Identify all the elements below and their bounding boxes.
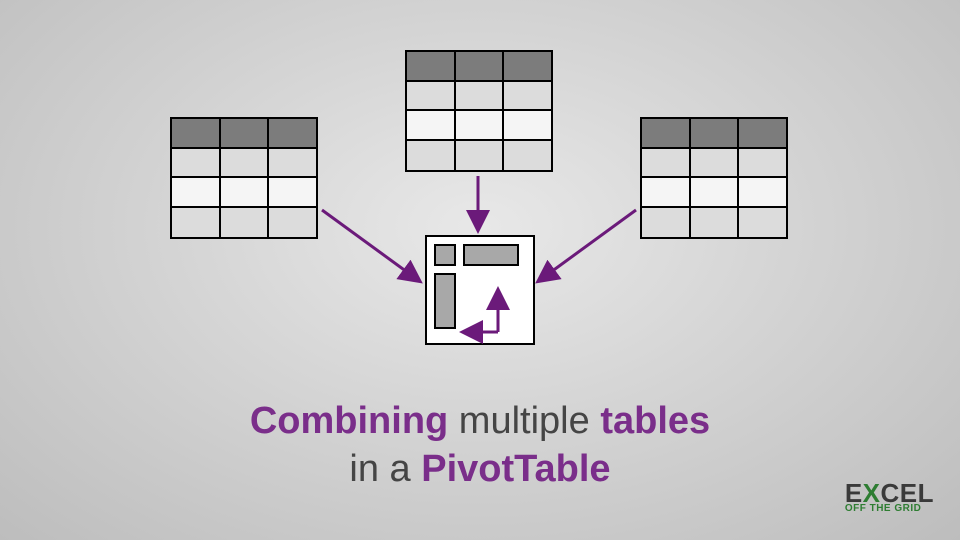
source-table-right [640,117,788,239]
arrow-left-to-pivot [322,210,418,280]
title-word-multiple: multiple [448,400,600,442]
pivot-columns-block [463,244,519,266]
slide-title: Combining multiple tables in a PivotTabl… [0,398,960,493]
title-word-pivottable: PivotTable [421,448,610,490]
pivot-rows-block [434,273,456,329]
arrow-right-to-pivot [540,210,636,280]
brand-name: EXCEL [845,482,934,505]
title-word-ina: in a [349,448,421,490]
title-word-combining: Combining [250,400,448,442]
brand-logo: EXCEL OFF THE GRID [845,482,934,514]
pivot-table-icon [425,235,535,345]
source-table-left [170,117,318,239]
brand-tagline: OFF THE GRID [845,503,934,514]
title-word-tables: tables [600,400,710,442]
source-table-center [405,50,553,172]
pivot-filter-block [434,244,456,266]
